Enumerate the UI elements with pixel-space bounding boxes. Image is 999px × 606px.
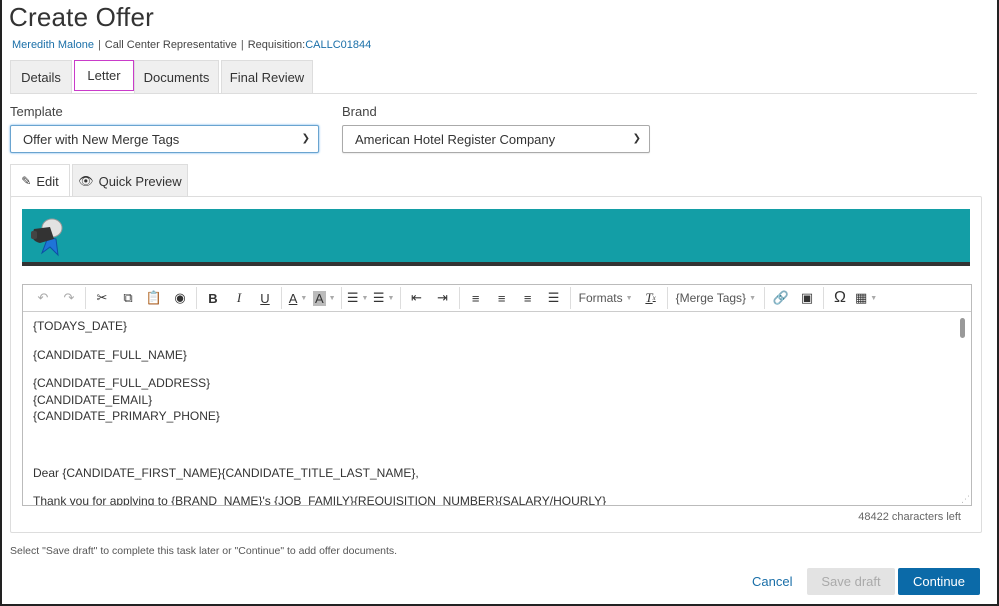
bullet-list-icon[interactable]: ☰ ▼ (345, 287, 371, 309)
editor-line: {TODAYS_DATE} (33, 319, 128, 333)
bell-logo-icon (31, 218, 63, 257)
editor-content[interactable]: {TODAYS_DATE} {CANDIDATE_FULL_NAME} {CAN… (23, 313, 957, 505)
align-left-icon[interactable]: ≡ (463, 287, 489, 309)
merge-tags-dropdown[interactable]: {Merge Tags} ▼ (671, 287, 761, 309)
brand-banner (22, 209, 970, 266)
redo-icon[interactable]: ↷ (56, 287, 82, 309)
editor-line: {CANDIDATE_FULL_NAME} (33, 347, 187, 362)
separator: | (97, 39, 101, 51)
template-label: Template (10, 104, 63, 119)
brand-select-value: American Hotel Register Company (355, 131, 556, 147)
brand-label: Brand (342, 104, 377, 119)
chevron-down-icon: ❯ (632, 133, 641, 144)
tab-quick-preview-label: Quick Preview (98, 173, 182, 189)
letter-editor-panel: ↶ ↷ ✂ ⧉ 📋 ◉ B I U A ▼ A ▼ ☰ ▼ ☰ ▼ ⇤ ⇥ ≡ … (10, 196, 982, 533)
offer-step-tabs: Details Letter Documents Final Review (10, 60, 977, 94)
bold-icon[interactable]: B (200, 287, 226, 309)
background-color-icon[interactable]: A ▼ (311, 287, 338, 309)
eye-icon: 👁 (78, 174, 94, 188)
resize-handle-icon[interactable]: ⋰ (961, 495, 970, 504)
editor-line: {CANDIDATE_EMAIL} (33, 392, 153, 407)
characters-left-counter: 48422 characters left (858, 511, 961, 523)
editor-scrollbar[interactable] (960, 318, 965, 338)
find-icon[interactable]: ◉ (167, 287, 193, 309)
page-title: Create Offer (9, 2, 154, 32)
rich-text-editor: ↶ ↷ ✂ ⧉ 📋 ◉ B I U A ▼ A ▼ ☰ ▼ ☰ ▼ ⇤ ⇥ ≡ … (22, 284, 972, 506)
editor-line: {CANDIDATE_PRIMARY_PHONE} (33, 409, 220, 423)
candidate-name-link[interactable]: Meredith Malone (12, 39, 94, 51)
indent-icon[interactable]: ⇥ (430, 287, 456, 309)
chevron-down-icon: ❯ (301, 133, 310, 144)
formats-dropdown[interactable]: Formats ▼ (574, 287, 638, 309)
paste-icon[interactable]: 📋 (141, 287, 167, 309)
template-select-value: Offer with New Merge Tags (23, 131, 180, 147)
editor-line: Dear {CANDIDATE_FIRST_NAME}{CANDIDATE_TI… (33, 465, 419, 480)
tab-edit-label: Edit (36, 173, 59, 189)
requisition-link[interactable]: CALLC01844 (305, 39, 371, 51)
justify-icon[interactable]: ☰ (541, 287, 567, 309)
position-title: Call Center Representative (104, 39, 237, 51)
image-icon[interactable]: ▣ (794, 287, 820, 309)
continue-button[interactable]: Continue (898, 568, 980, 595)
italic-icon[interactable]: I (226, 287, 252, 309)
link-icon[interactable]: 🔗 (768, 287, 794, 309)
tab-letter[interactable]: Letter (74, 60, 134, 91)
underline-icon[interactable]: U (252, 287, 278, 309)
outdent-icon[interactable]: ⇤ (404, 287, 430, 309)
numbered-list-icon[interactable]: ☰ ▼ (371, 287, 397, 309)
formats-label: Formats (578, 291, 623, 305)
save-draft-button[interactable]: Save draft (807, 568, 895, 595)
footer-hint: Select "Save draft" to complete this tas… (10, 545, 398, 557)
clear-formatting-icon[interactable]: Tx (638, 287, 664, 309)
special-character-icon[interactable]: Ω (827, 287, 853, 309)
tab-final-review[interactable]: Final Review (221, 60, 313, 93)
tab-edit[interactable]: ✎ Edit (10, 164, 70, 197)
align-right-icon[interactable]: ≡ (515, 287, 541, 309)
cancel-button[interactable]: Cancel (752, 574, 792, 589)
requisition-label: Requisition: (247, 39, 306, 51)
editor-toolbar: ↶ ↷ ✂ ⧉ 📋 ◉ B I U A ▼ A ▼ ☰ ▼ ☰ ▼ ⇤ ⇥ ≡ … (23, 285, 971, 312)
table-icon[interactable]: ▦ ▼ (853, 287, 879, 309)
offer-context-line: Meredith Malone | Call Center Representati… (12, 39, 371, 51)
editor-line: Thank you for applying to {BRAND_NAME}'s… (33, 494, 607, 505)
undo-icon[interactable]: ↶ (30, 287, 56, 309)
align-center-icon[interactable]: ≡ (489, 287, 515, 309)
template-select[interactable]: Offer with New Merge Tags ❯ (10, 125, 319, 153)
merge-tags-label: {Merge Tags} (675, 291, 747, 305)
text-color-icon[interactable]: A ▼ (285, 287, 311, 309)
separator: | (240, 39, 244, 51)
editor-line: {CANDIDATE_FULL_ADDRESS} (33, 376, 211, 390)
copy-icon[interactable]: ⧉ (115, 287, 141, 309)
cut-icon[interactable]: ✂ (89, 287, 115, 309)
tab-details[interactable]: Details (10, 60, 72, 93)
tab-quick-preview[interactable]: 👁 Quick Preview (72, 164, 188, 197)
brand-select[interactable]: American Hotel Register Company ❯ (342, 125, 650, 153)
tab-documents[interactable]: Documents (134, 60, 219, 93)
edit-icon: ✎ (21, 174, 32, 188)
